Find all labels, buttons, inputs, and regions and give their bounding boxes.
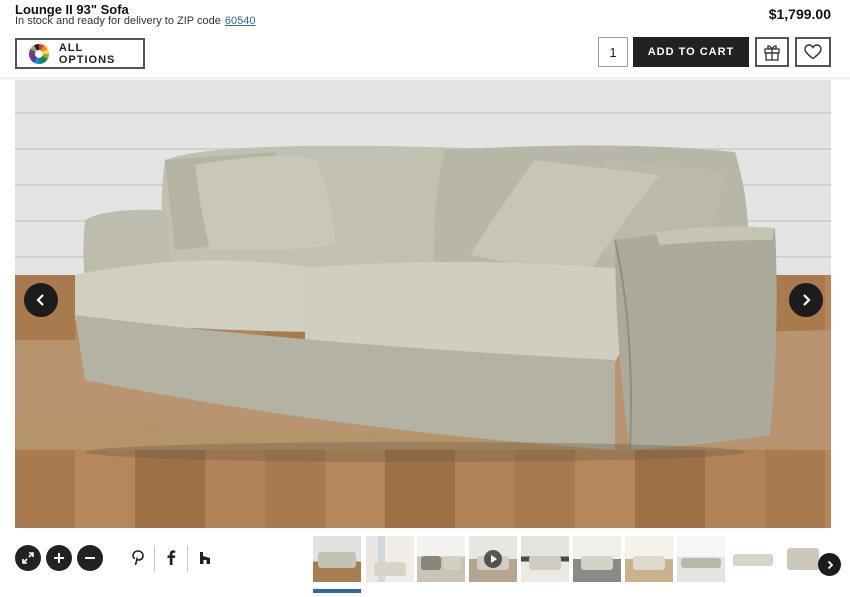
- chevron-right-icon: [827, 560, 833, 569]
- favorite-button[interactable]: [795, 37, 831, 67]
- zip-code-link[interactable]: 60540: [225, 15, 256, 27]
- gallery-next-button[interactable]: [789, 283, 823, 317]
- zoom-out-button[interactable]: [77, 545, 103, 571]
- sofa-illustration: [15, 145, 831, 462]
- fullscreen-button[interactable]: [15, 545, 41, 571]
- stock-status: In stock and ready for delivery to ZIP c…: [15, 15, 255, 27]
- thumbnail-7[interactable]: [625, 536, 673, 582]
- all-options-button[interactable]: ALL OPTIONS: [15, 38, 145, 69]
- thumbnail-4-video[interactable]: [469, 536, 517, 582]
- all-options-label: ALL OPTIONS: [58, 41, 116, 66]
- add-to-cart-button[interactable]: ADD TO CART: [633, 37, 749, 67]
- thumbnail-6[interactable]: [573, 536, 621, 582]
- play-icon: [484, 550, 502, 568]
- zoom-in-button[interactable]: [46, 545, 72, 571]
- gallery-prev-button[interactable]: [24, 283, 58, 317]
- separator: [187, 545, 188, 572]
- zoom-in-icon: [54, 553, 64, 563]
- stock-text: In stock and ready for delivery to ZIP c…: [15, 15, 221, 27]
- separator: [154, 545, 155, 572]
- quantity-input[interactable]: 1: [598, 37, 628, 67]
- thumbnail-1[interactable]: [313, 536, 361, 582]
- zoom-out-icon: [85, 557, 95, 559]
- houzz-icon: [200, 552, 210, 564]
- thumbnail-2[interactable]: [366, 536, 414, 582]
- pinterest-icon: [132, 550, 144, 566]
- gift-icon: [764, 45, 780, 61]
- facebook-icon: [167, 550, 176, 565]
- facebook-share[interactable]: [161, 548, 181, 568]
- thumbnail-10[interactable]: [781, 536, 821, 582]
- thumbnail-9[interactable]: [729, 536, 777, 582]
- pinterest-share[interactable]: [128, 548, 148, 568]
- product-price: $1,799.00: [768, 6, 831, 22]
- product-image[interactable]: [15, 80, 831, 528]
- thumbnails-next-button[interactable]: [818, 553, 841, 576]
- thumbnail-8[interactable]: [677, 536, 725, 582]
- gift-registry-button[interactable]: [755, 37, 789, 67]
- color-wheel-icon: [29, 43, 49, 64]
- expand-icon: [22, 552, 34, 564]
- chevron-left-icon: [36, 294, 44, 306]
- chevron-right-icon: [803, 294, 811, 306]
- heart-icon: [804, 44, 822, 60]
- active-thumbnail-indicator: [313, 589, 361, 593]
- thumbnail-5[interactable]: [521, 536, 569, 582]
- thumbnail-3[interactable]: [417, 536, 465, 582]
- houzz-share[interactable]: [195, 548, 215, 568]
